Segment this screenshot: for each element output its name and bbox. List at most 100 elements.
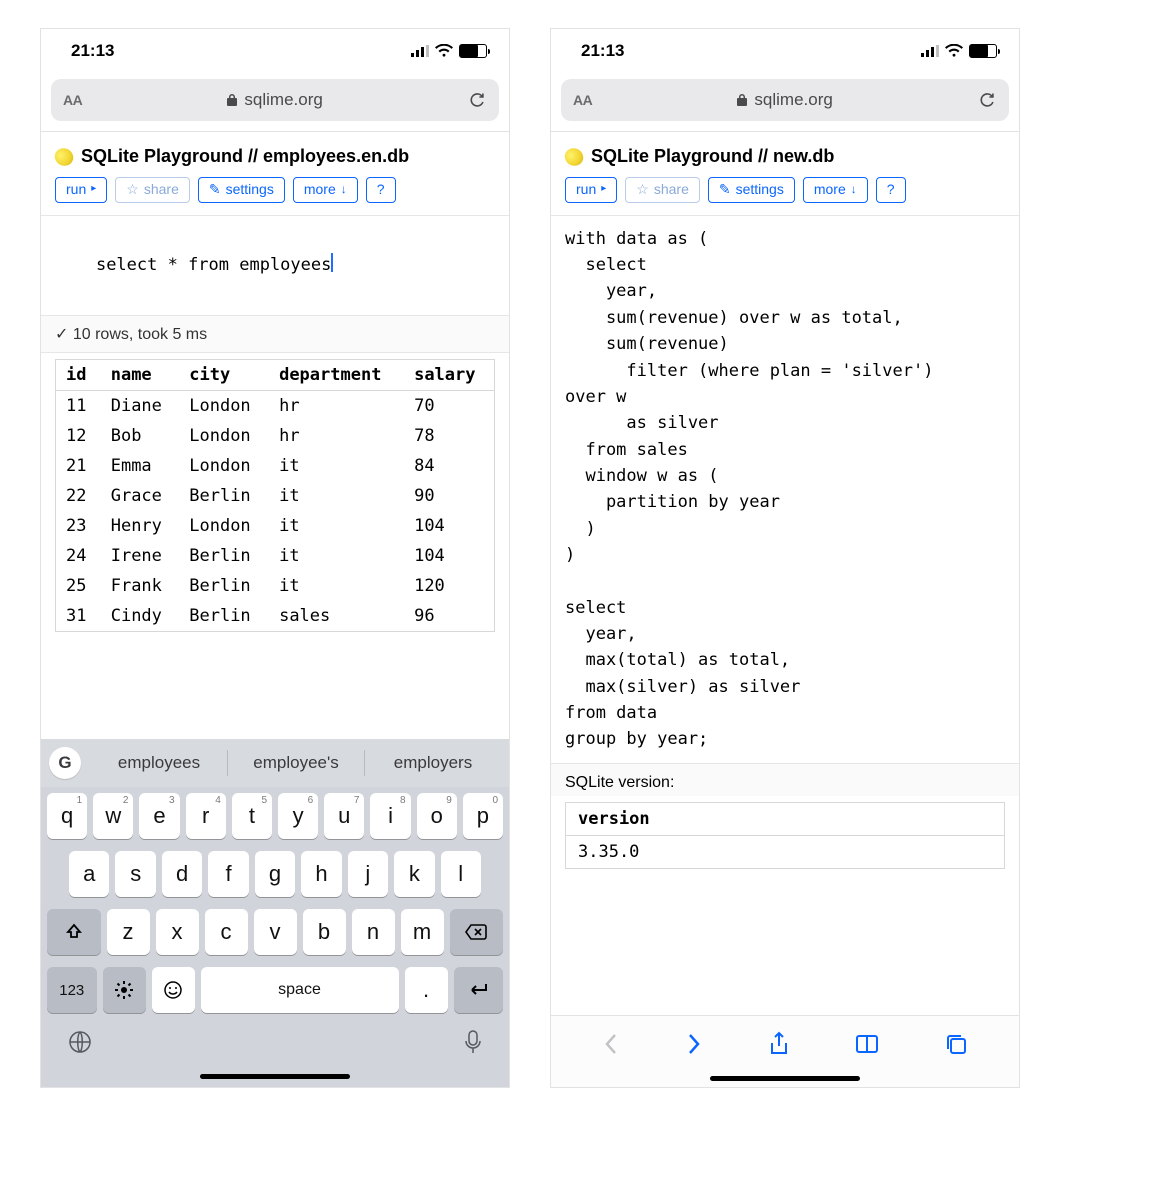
emoji-key[interactable]: [152, 967, 195, 1013]
key-w[interactable]: w2: [93, 793, 133, 839]
url-bar[interactable]: AA sqlime.org: [51, 79, 499, 121]
table-row: 25FrankBerlinit120: [56, 571, 495, 601]
key-t[interactable]: t5: [232, 793, 272, 839]
suggestion[interactable]: employee's: [228, 753, 364, 773]
home-indicator[interactable]: [200, 1074, 350, 1079]
settings-button[interactable]: ✎ settings: [198, 177, 285, 203]
toolbar: run▸ ☆ share ✎ settings more ↓ ?: [551, 173, 1019, 215]
lock-icon: [736, 93, 748, 107]
key-e[interactable]: e3: [139, 793, 179, 839]
toolbar: run▸ ☆ share ✎ settings more ↓ ?: [41, 173, 509, 215]
key-k[interactable]: k: [394, 851, 434, 897]
lemon-icon: [562, 145, 585, 168]
dot-key[interactable]: .: [405, 967, 448, 1013]
share-button[interactable]: ☆ share: [115, 177, 190, 203]
reload-icon[interactable]: [467, 90, 487, 110]
key-n[interactable]: n: [352, 909, 395, 955]
suggestion[interactable]: employers: [365, 753, 501, 773]
status-time: 21:13: [581, 41, 624, 61]
return-key[interactable]: [454, 967, 504, 1013]
table-row: 11DianeLondonhr70: [56, 390, 495, 421]
battery-icon: [969, 44, 997, 58]
key-i[interactable]: i8: [370, 793, 410, 839]
url-host: sqlime.org: [94, 90, 455, 110]
more-button[interactable]: more ↓: [803, 177, 868, 203]
version-table: version 3.35.0: [565, 802, 1005, 869]
help-button[interactable]: ?: [366, 177, 396, 203]
help-button[interactable]: ?: [876, 177, 906, 203]
reader-aa-button[interactable]: AA: [63, 92, 82, 108]
cell-signal-icon: [411, 45, 429, 57]
tool-icon: ✎: [719, 181, 731, 198]
status-indicators: [921, 44, 997, 58]
backspace-key[interactable]: [450, 909, 504, 955]
settings-button[interactable]: ✎ settings: [708, 177, 795, 203]
results-table: idnamecitydepartmentsalary 11DianeLondon…: [41, 353, 509, 632]
wifi-icon: [945, 44, 963, 58]
url-host: sqlime.org: [604, 90, 965, 110]
key-j[interactable]: j: [348, 851, 388, 897]
table-row: 21EmmaLondonit84: [56, 451, 495, 481]
status-bar: 21:13: [551, 29, 1019, 73]
table-row: 23HenryLondonit104: [56, 511, 495, 541]
status-bar: 21:13: [41, 29, 509, 73]
reload-icon[interactable]: [977, 90, 997, 110]
soft-keyboard[interactable]: G employees employee's employers q1w2e3r…: [41, 739, 509, 1087]
key-m[interactable]: m: [401, 909, 444, 955]
bookmarks-icon[interactable]: [855, 1033, 879, 1055]
sql-editor[interactable]: select * from employees: [41, 215, 509, 315]
forward-button[interactable]: [685, 1031, 703, 1057]
run-button[interactable]: run▸: [565, 177, 617, 203]
run-button[interactable]: run▸: [55, 177, 107, 203]
share-button[interactable]: ☆ share: [625, 177, 700, 203]
key-v[interactable]: v: [254, 909, 297, 955]
text-cursor: [331, 253, 333, 272]
back-button[interactable]: [602, 1031, 620, 1057]
key-s[interactable]: s: [115, 851, 155, 897]
settings-key[interactable]: [103, 967, 146, 1013]
lock-icon: [226, 93, 238, 107]
status-indicators: [411, 44, 487, 58]
table-row: 24IreneBerlinit104: [56, 541, 495, 571]
mic-key[interactable]: [463, 1029, 483, 1060]
home-indicator[interactable]: [710, 1076, 860, 1081]
tabs-icon[interactable]: [944, 1032, 968, 1056]
more-button[interactable]: more ↓: [293, 177, 358, 203]
key-o[interactable]: o9: [417, 793, 457, 839]
key-a[interactable]: a: [69, 851, 109, 897]
key-y[interactable]: y6: [278, 793, 318, 839]
reader-aa-button[interactable]: AA: [573, 92, 592, 108]
key-g[interactable]: g: [255, 851, 295, 897]
shift-key[interactable]: [47, 909, 101, 955]
key-p[interactable]: p0: [463, 793, 503, 839]
space-key[interactable]: space: [201, 967, 399, 1013]
key-r[interactable]: r4: [186, 793, 226, 839]
suggestion[interactable]: employees: [91, 753, 227, 773]
page-title: SQLite Playground // employees.en.db: [41, 132, 509, 173]
globe-key[interactable]: [67, 1029, 93, 1060]
key-q[interactable]: q1: [47, 793, 87, 839]
key-f[interactable]: f: [208, 851, 248, 897]
key-c[interactable]: c: [205, 909, 248, 955]
key-z[interactable]: z: [107, 909, 150, 955]
key-l[interactable]: l: [441, 851, 481, 897]
safari-toolbar: [551, 1015, 1019, 1087]
key-d[interactable]: d: [162, 851, 202, 897]
key-u[interactable]: u7: [324, 793, 364, 839]
key-h[interactable]: h: [301, 851, 341, 897]
battery-icon: [459, 44, 487, 58]
lemon-icon: [52, 145, 75, 168]
numbers-key[interactable]: 123: [47, 967, 97, 1013]
gboard-icon[interactable]: G: [49, 747, 81, 779]
version-label: SQLite version:: [551, 763, 1019, 796]
cell-signal-icon: [921, 45, 939, 57]
result-status: ✓ 10 rows, took 5 ms: [41, 315, 509, 353]
key-x[interactable]: x: [156, 909, 199, 955]
url-bar[interactable]: AA sqlime.org: [561, 79, 1009, 121]
share-icon[interactable]: [768, 1031, 790, 1057]
status-time: 21:13: [71, 41, 114, 61]
key-b[interactable]: b: [303, 909, 346, 955]
table-header-row: idnamecitydepartmentsalary: [56, 359, 495, 390]
table-row: 22GraceBerlinit90: [56, 481, 495, 511]
sql-editor[interactable]: with data as ( select year, sum(revenue)…: [551, 215, 1019, 763]
